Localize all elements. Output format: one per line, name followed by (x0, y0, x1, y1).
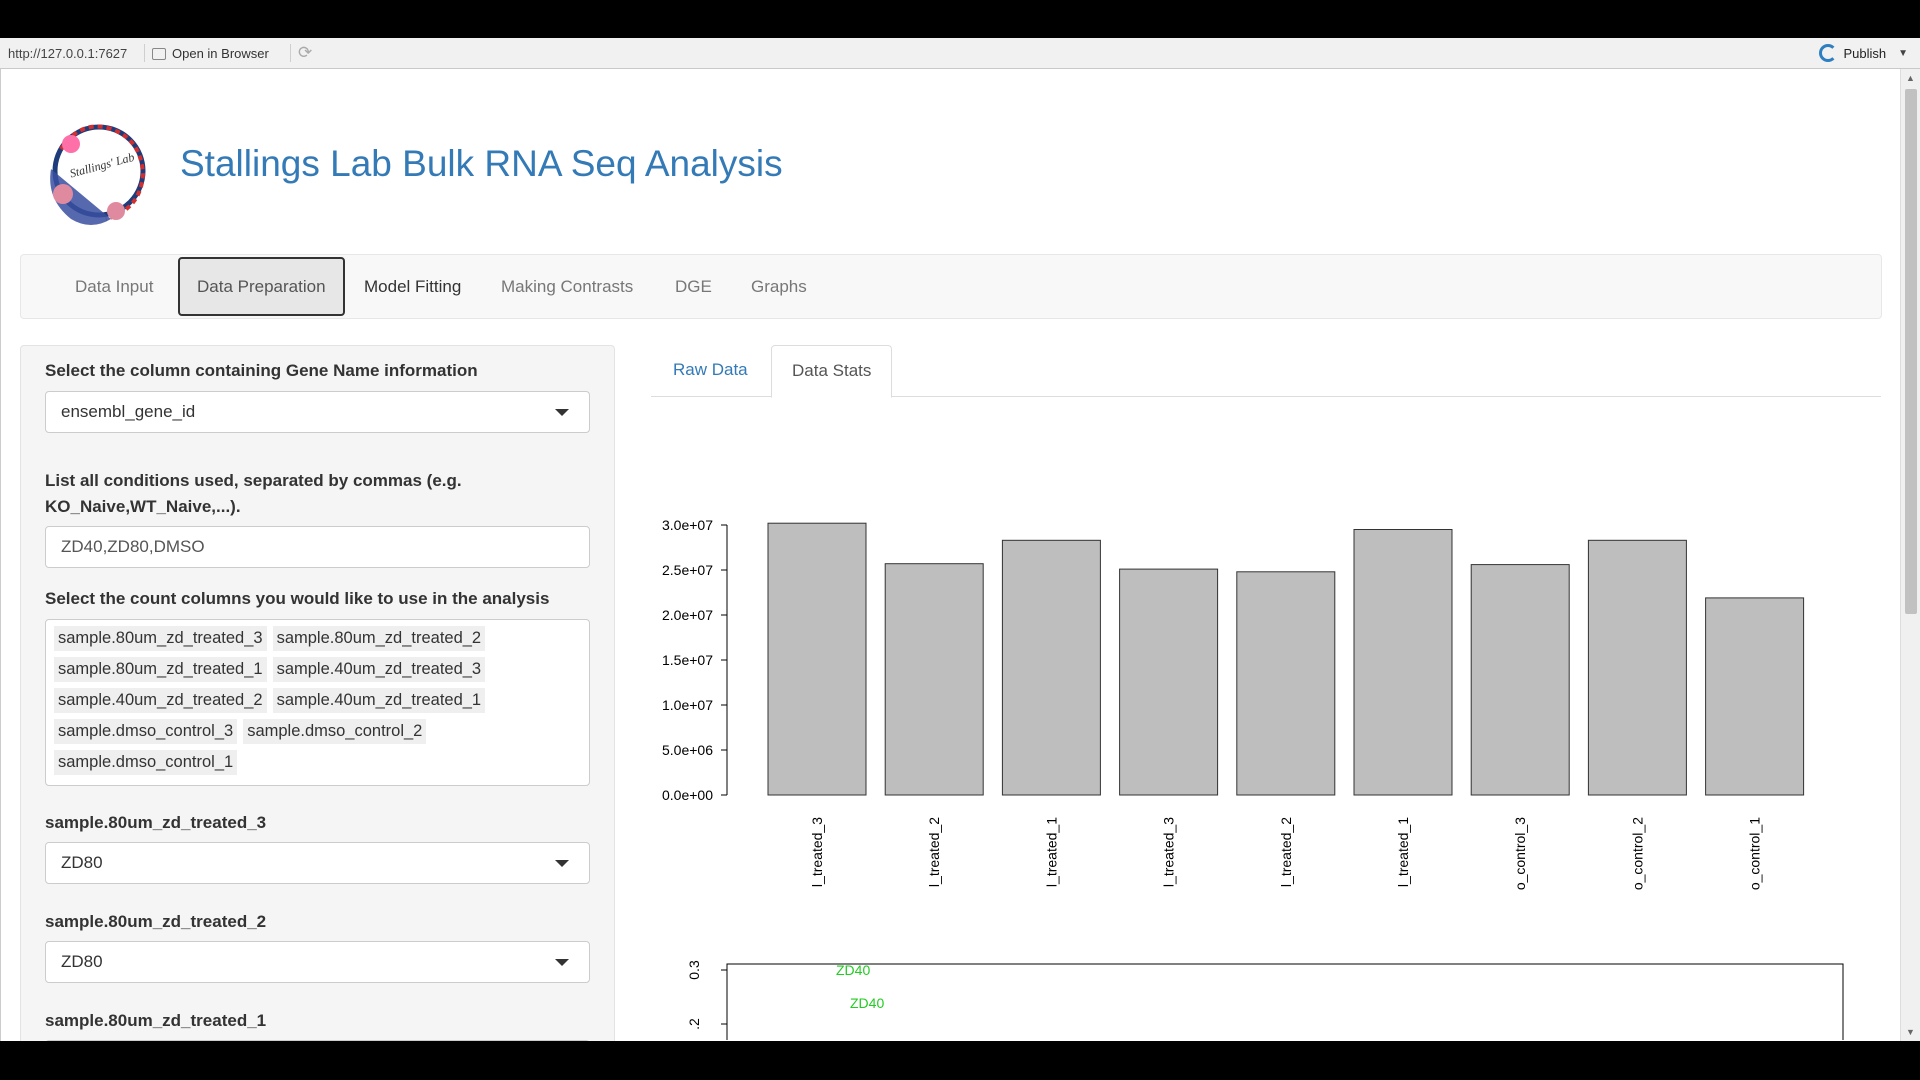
bar (1470, 564, 1570, 796)
scroll-down-icon[interactable]: ▼ (1906, 1027, 1915, 1037)
count-column-chip[interactable]: sample.dmso_control_3 (54, 719, 238, 744)
tab-data-stats[interactable]: Data Stats (771, 345, 893, 398)
y-tick-label: 0.3 (686, 960, 702, 980)
sample-condition-value: ZD80 (61, 952, 103, 971)
y-tick-label: 5.0e+06 (662, 742, 713, 758)
tab-model-fitting[interactable]: Model Fitting (347, 255, 478, 318)
tab-dge[interactable]: DGE (658, 255, 729, 318)
count-column-chip[interactable]: sample.40um_zd_treated_1 (272, 688, 486, 713)
y-tick-label: .2 (686, 1018, 702, 1030)
y-tick-label: 1.5e+07 (662, 652, 713, 668)
y-tick-label: 2.0e+07 (662, 607, 713, 623)
open-in-browser-label: Open in Browser (172, 46, 269, 61)
sample-condition-select[interactable]: ZD80 (45, 941, 590, 983)
y-tick-label: 2.5e+07 (662, 562, 713, 578)
point-label: ZD40 (836, 962, 870, 978)
bar (1705, 597, 1805, 796)
bar (1119, 568, 1219, 796)
x-tick-label: o_control_1 (1747, 817, 1763, 890)
count-column-chip[interactable]: sample.40um_zd_treated_3 (272, 657, 486, 682)
publish-label: Publish (1843, 45, 1887, 61)
publish-button[interactable]: Publish ▼ (1819, 44, 1908, 62)
point-label: ZD40 (850, 995, 884, 1011)
count-columns-label: Select the count columns you would like … (45, 589, 550, 608)
conditions-input[interactable]: ZD40,ZD80,DMSO (45, 526, 590, 568)
x-tick-label: l_treated_2 (1278, 817, 1294, 887)
count-column-chip[interactable]: sample.dmso_control_1 (54, 750, 238, 775)
bar (1353, 529, 1453, 796)
x-tick-label: o_control_3 (1512, 817, 1528, 890)
chevron-down-icon (555, 860, 569, 867)
publish-icon (1819, 44, 1838, 62)
gene-column-select[interactable]: ensembl_gene_id (45, 391, 590, 433)
x-tick-label: o_control_2 (1629, 817, 1645, 890)
shiny-page: Stallings' Lab Stallings Lab Bulk RNA Se… (0, 69, 1900, 1041)
panel-tabs: Raw Data Data Stats (651, 345, 1881, 398)
sample-condition-select[interactable]: ZD80 (45, 842, 590, 884)
sample-select-label: sample.80um_zd_treated_2 (45, 912, 267, 931)
toolbar-divider (290, 44, 291, 62)
chevron-down-icon: ▼ (1898, 47, 1908, 59)
count-column-chip[interactable]: sample.dmso_control_2 (243, 719, 427, 744)
url-display: http://127.0.0.1:7627 (8, 46, 128, 61)
y-tick-label: 3.0e+07 (662, 517, 713, 533)
sample-condition-select[interactable] (45, 1040, 590, 1041)
y-tick-label: 1.0e+07 (662, 697, 713, 713)
x-tick-label: l_treated_3 (809, 817, 825, 887)
x-tick-label: l_treated_2 (926, 817, 942, 887)
scroll-up-icon[interactable]: ▲ (1906, 73, 1915, 83)
count-column-chip[interactable]: sample.80um_zd_treated_1 (54, 657, 267, 682)
window-icon (152, 47, 166, 60)
sample-select-label: sample.80um_zd_treated_3 (45, 813, 267, 832)
x-tick-label: l_treated_1 (1395, 817, 1411, 887)
chevron-down-icon (555, 959, 569, 966)
tab-graphs[interactable]: Graphs (734, 255, 824, 318)
tab-raw-data[interactable]: Raw Data (653, 345, 768, 397)
main-navbar: Data Input Data Preparation Model Fittin… (20, 254, 1882, 319)
count-column-chip[interactable]: sample.80um_zd_treated_3 (54, 626, 267, 651)
open-in-browser-button[interactable]: Open in Browser (152, 46, 269, 61)
refresh-icon[interactable]: ⟳ (298, 43, 312, 63)
toolbar-divider (144, 44, 145, 62)
count-column-chip[interactable]: sample.80um_zd_treated_2 (272, 626, 486, 651)
sample-select-label: sample.80um_zd_treated_1 (45, 1011, 267, 1030)
x-tick-label: l_treated_1 (1043, 817, 1059, 887)
tab-making-contrasts[interactable]: Making Contrasts (484, 255, 650, 318)
count-column-chip[interactable]: sample.40um_zd_treated_2 (54, 688, 267, 713)
main-panel: Raw Data Data Stats 0.0e+00 5.0e+06 1.0e+0… (651, 345, 1881, 1040)
tab-data-preparation[interactable]: Data Preparation (178, 257, 345, 316)
x-tick-label: l_treated_3 (1161, 817, 1177, 887)
bar (1236, 571, 1336, 796)
chevron-down-icon (555, 409, 569, 416)
browser-toolbar: http://127.0.0.1:7627 Open in Browser ⟳ … (0, 38, 1920, 69)
scrollbar-thumb[interactable] (1905, 89, 1917, 614)
y-tick-label: 0.0e+00 (662, 787, 713, 803)
bar (1001, 539, 1101, 796)
conditions-label: List all conditions used, separated by c… (45, 471, 462, 516)
sample-condition-value: ZD80 (61, 853, 103, 872)
bar (767, 522, 867, 796)
mds-plot: 0.3 .2 ZD40 ZD40 (686, 960, 1844, 1040)
library-size-bar-chart: 0.0e+00 5.0e+06 1.0e+07 1.5e+07 2.0e+07 2.5e+… (662, 517, 1805, 890)
gene-column-value: ensembl_gene_id (61, 402, 196, 421)
sidebar-panel: Select the column containing Gene Name i… (20, 345, 615, 1041)
page-title: Stallings Lab Bulk RNA Seq Analysis (180, 143, 783, 184)
plot-frame (726, 963, 1844, 1040)
gene-column-label: Select the column containing Gene Name i… (45, 361, 478, 380)
tab-data-input[interactable]: Data Input (58, 255, 170, 318)
bar (1587, 539, 1687, 796)
page-scrollbar[interactable]: ▲ ▼ (1900, 69, 1920, 1041)
bar (884, 563, 984, 796)
lab-logo: Stallings' Lab (50, 124, 146, 225)
app-window: http://127.0.0.1:7627 Open in Browser ⟳ … (0, 38, 1920, 1041)
count-columns-multiselect[interactable]: sample.80um_zd_treated_3 sample.80um_zd_… (45, 619, 590, 786)
